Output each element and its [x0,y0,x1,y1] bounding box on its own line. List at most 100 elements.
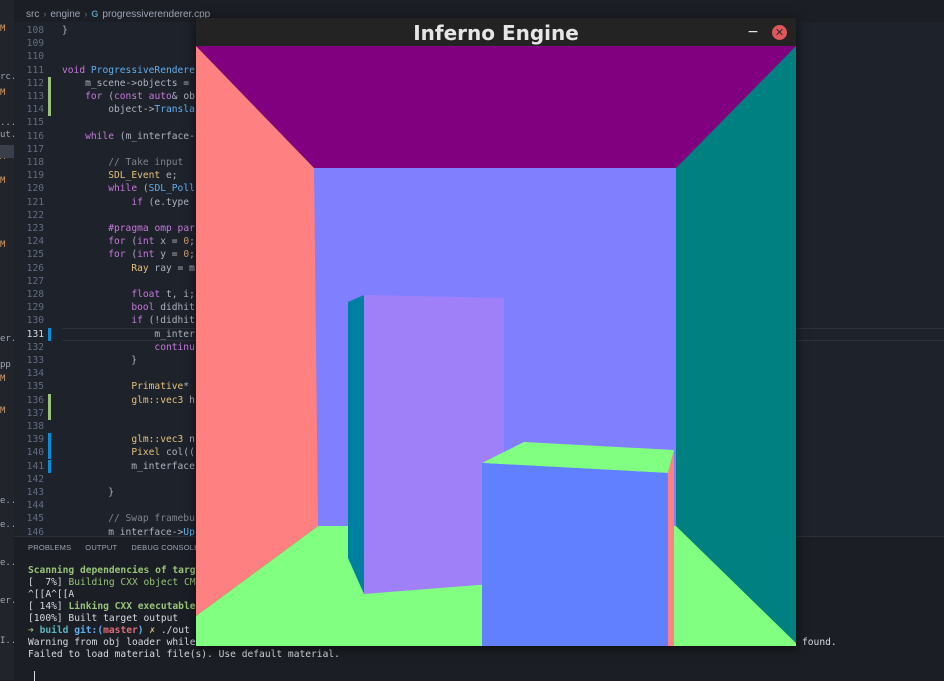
breadcrumb-item-src[interactable]: src [26,9,39,20]
tab-output[interactable]: OUTPUT [85,543,117,552]
chevron-right-icon: › [43,9,47,19]
line-number: 139 [26,434,44,446]
sidebar-item[interactable]: e... [0,520,14,530]
sidebar-item[interactable]: e... [0,496,14,506]
line-number: 146 [26,526,44,536]
panel-tabs: PROBLEMS OUTPUT DEBUG CONSOLE [28,543,199,552]
minimize-button[interactable]: − [746,22,760,42]
inferno-engine-window: Inferno Engine − ✕ [196,18,796,646]
sidebar-item[interactable]: e... [0,558,14,568]
line-number: 122 [26,209,44,221]
line-number: 137 [26,407,44,419]
tab-debug-console[interactable]: DEBUG CONSOLE [131,543,199,552]
line-number: 144 [26,500,44,512]
code-text: if (e.type [131,196,195,208]
sidebar-item[interactable]: M [0,176,5,186]
code-text: glm::vec3 h [131,394,195,406]
line-number: 130 [26,315,44,327]
code-text: glm::vec3 n [131,434,195,446]
git-branch: master [103,625,138,636]
code-text: object->Transla [62,104,195,116]
code-text: for (const auto& ob [85,91,195,102]
code-text: while (SDL_Poll [108,183,195,195]
prompt-command: ./out [160,625,190,636]
line-number: 114 [26,104,44,116]
git-change-marker [48,406,51,420]
sidebar-item[interactable]: I... [0,636,14,646]
git-label: git:( [74,625,104,636]
code-text: } [62,355,138,366]
explorer-sidebar: Mrc...M...ut...MMMer...ppMMe...e...e...e… [0,0,14,680]
render-viewport [196,46,796,646]
line-number: 116 [26,130,44,142]
line-number: 119 [26,170,44,182]
window-title: Inferno Engine [413,21,579,45]
terminal-line: [ 7%] Building CXX object CM [28,577,196,588]
code-text: if (!didhit [131,315,195,327]
sidebar-item[interactable]: M [0,374,5,384]
code-text: continu [154,341,195,353]
code-text: m_scene->objects = [62,77,195,89]
chevron-right-icon: › [84,9,88,19]
sidebar-item[interactable]: ... [0,118,14,128]
terminal-prompt-line: ➜ build git:(master) ✗ ./out [28,625,190,637]
sidebar-item[interactable]: er... [0,334,14,344]
line-number: 123 [26,223,44,234]
line-number: 126 [26,262,44,274]
line-number: 117 [26,143,44,155]
terminal-line: ^[[A^[[A [28,589,75,600]
line-number: 128 [26,289,44,300]
sidebar-item[interactable]: er... [0,596,14,606]
tab-problems[interactable]: PROBLEMS [28,543,71,552]
short-box-side [668,450,674,646]
line-number: 112 [26,77,44,89]
code-text: // Swap framebu [62,513,195,525]
code-text: void ProgressiveRendere [62,64,195,76]
line-number: 140 [26,447,44,459]
line-number: 127 [26,275,44,287]
sidebar-item[interactable]: ut... [0,130,14,140]
line-number: 142 [26,473,44,485]
code-text: m_inter [62,328,195,340]
terminal-line: Warning from obj loader while [28,637,196,648]
sidebar-item[interactable]: M [0,406,5,416]
line-number: 115 [26,117,44,129]
line-number: 143 [26,487,44,498]
line-number: 108 [26,25,44,36]
sidebar-item[interactable]: rc... [0,72,14,82]
close-button[interactable]: ✕ [772,25,787,40]
git-change-marker [48,103,51,117]
line-number: 120 [26,183,44,195]
short-box-front [482,463,668,646]
code-text: Ray ray = m [131,262,195,274]
sidebar-item[interactable]: M [0,24,5,34]
line-number: 133 [26,355,44,366]
code-text: m_interface->Up [62,526,195,536]
line-number: 134 [26,368,44,380]
git-change-marker [48,446,51,460]
breadcrumb-item-engine[interactable]: engine [50,9,80,20]
sidebar-item[interactable]: M [0,88,5,98]
code-text: } [62,25,68,36]
terminal-line: Scanning dependencies of targ [28,565,196,576]
sidebar-item[interactable]: pp [0,360,11,370]
code-text: bool didhit [131,302,195,314]
line-number: 125 [26,249,44,261]
sidebar-item[interactable]: M [0,240,5,250]
line-number: 109 [26,38,44,50]
code-text: #pragma omp par [108,223,195,234]
line-number: 136 [26,394,44,406]
code-text: // Take input [62,157,184,168]
git-label-close: ) [137,625,144,636]
code-text: while (m_interface- [85,130,195,142]
prompt-dir: build [39,625,69,636]
line-number: 121 [26,196,44,208]
terminal-line-tail: found. [802,637,837,648]
window-titlebar[interactable]: Inferno Engine − ✕ [196,18,796,46]
git-change-marker [48,459,51,473]
line-number: 141 [26,460,44,472]
breadcrumb-item-file[interactable]: progressiverenderer.cpp [102,9,210,20]
line-number: 138 [26,421,44,432]
git-change-marker [48,90,51,103]
git-dirty-icon: ✗ [149,625,156,636]
